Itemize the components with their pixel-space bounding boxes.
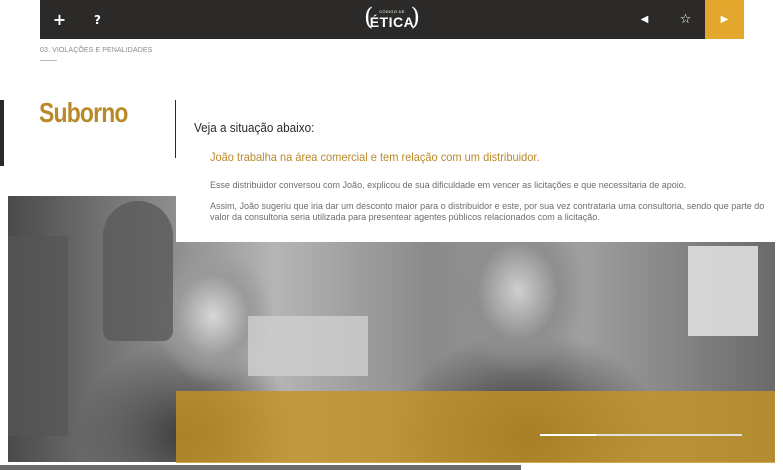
paragraph-1: Esse distribuidor conversou com João, ex… [210, 180, 687, 190]
bookmark-star-icon[interactable]: ☆ [666, 0, 705, 39]
paragraph-2: Assim, João sugeriu que iria dar um desc… [210, 201, 765, 222]
section-marker [0, 100, 4, 166]
photo-background-person [8, 236, 68, 436]
photo-desk [248, 316, 368, 376]
intro-heading: Veja a situação abaixo: [194, 120, 315, 135]
photo-monitor [688, 246, 758, 336]
help-icon[interactable]: ? [78, 0, 117, 39]
top-navigation-bar: + ? ( CÓDIGO DE ÉTICA ) ◀ ☆ ▶ [40, 0, 744, 39]
breadcrumb: 03. VIOLAÇÕES E PENALIDADES [40, 47, 153, 54]
slide-indicator-active[interactable] [540, 434, 596, 436]
next-arrow-icon[interactable]: ▶ [705, 0, 744, 39]
photo-background-woman [103, 201, 173, 341]
codigo-de-etica-logo: ( CÓDIGO DE ÉTICA ) [364, 3, 420, 33]
breadcrumb-underline [40, 60, 57, 61]
content-panel: Veja a situação abaixo: João trabalha na… [176, 100, 775, 242]
logo-paren-right: ) [410, 3, 420, 31]
menu-plus-icon[interactable]: + [40, 0, 79, 39]
progress-bar [0, 465, 521, 470]
highlight-text: João trabalha na área comercial e tem re… [210, 150, 540, 164]
page-title: Suborno [39, 97, 128, 128]
previous-arrow-icon[interactable]: ◀ [625, 0, 664, 39]
gold-overlay-panel [176, 391, 775, 463]
